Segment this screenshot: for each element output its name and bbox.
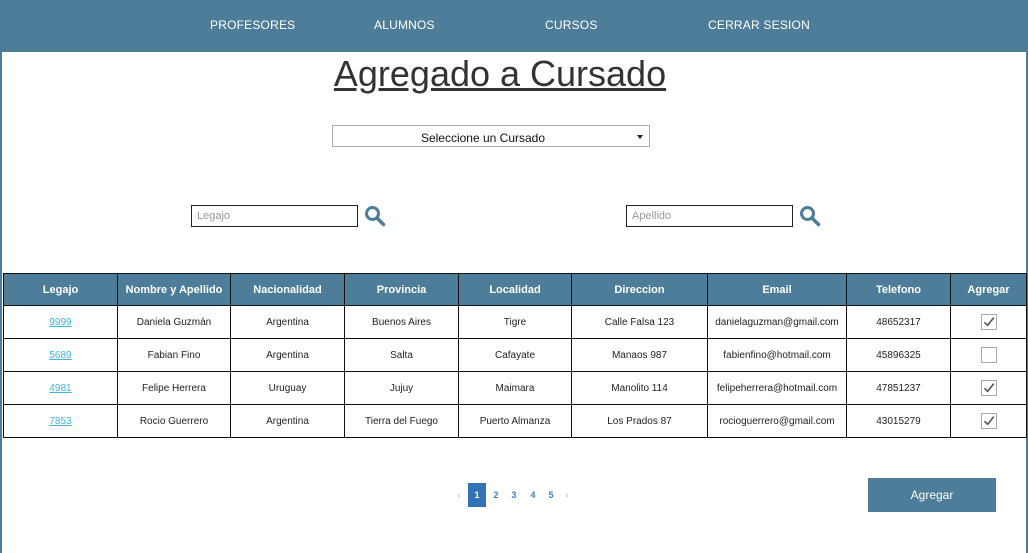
cell-email: danielaguzman@gmail.com [707,305,847,339]
cell-nacionalidad: Argentina [230,305,345,339]
cell-telefono: 47851237 [846,371,951,405]
header-legajo[interactable]: Legajo [3,273,118,306]
cell-localidad: Tigre [458,305,572,339]
legajo-search-button[interactable] [364,205,386,227]
cell-telefono: 43015279 [846,404,951,438]
table-row: 9999 Daniela Guzmán Argentina Buenos Air… [3,305,1027,339]
cell-direccion: Calle Falsa 123 [571,305,708,339]
pagination-page-2[interactable]: 2 [487,483,505,507]
header-nombre-apellido[interactable]: Nombre y Apellido [117,273,231,306]
header-email[interactable]: Email [707,273,847,306]
agregar-checkbox[interactable] [980,314,997,330]
cell-telefono: 48652317 [846,305,951,339]
cell-legajo: 5689 [3,338,118,372]
table-row: 4981 Felipe Herrera Uruguay Jujuy Maimar… [3,371,1027,405]
cell-telefono: 45896325 [846,338,951,372]
checkmark-icon [983,383,994,393]
legajo-link[interactable]: 7853 [49,416,71,427]
cell-provincia: Salta [344,338,459,372]
cell-legajo: 7853 [3,404,118,438]
cell-localidad: Cafayate [458,338,572,372]
pagination-page-4[interactable]: 4 [524,483,542,507]
cell-nombre: Daniela Guzmán [117,305,231,339]
cell-localidad: Puerto Almanza [458,404,572,438]
nav-item-alumnos[interactable]: ALUMNOS [374,18,435,32]
cell-legajo: 9999 [3,305,118,339]
cell-nombre: Rocio Guerrero [117,404,231,438]
checkmark-icon [983,317,994,327]
checkmark-icon [983,416,994,426]
cell-agregar [950,338,1027,372]
agregar-checkbox[interactable] [980,413,997,429]
header-agregar[interactable]: Agregar [950,273,1027,306]
pagination-page-3[interactable]: 3 [505,483,523,507]
cell-agregar [950,371,1027,405]
nav-item-cursos[interactable]: CURSOS [545,18,598,32]
cell-localidad: Maimara [458,371,572,405]
legajo-link[interactable]: 5689 [49,350,71,361]
header-localidad[interactable]: Localidad [458,273,572,306]
cell-provincia: Buenos Aires [344,305,459,339]
agregar-checkbox[interactable] [980,380,997,396]
header-provincia[interactable]: Provincia [344,273,459,306]
cell-email: rocioguerrero@gmail.com [707,404,847,438]
cell-provincia: Tierra del Fuego [344,404,459,438]
cell-nacionalidad: Argentina [230,338,345,372]
cell-email: felipeherrera@hotmail.com [707,371,847,405]
cursado-select-value: Seleccione un Cursado [420,131,546,145]
apellido-search-input[interactable] [626,205,793,227]
cell-nacionalidad: Argentina [230,404,345,438]
header-direccion[interactable]: Direccion [571,273,708,306]
apellido-search-button[interactable] [799,205,821,227]
nav-item-cerrar-sesion[interactable]: CERRAR SESION [708,18,810,32]
table-header-row: Legajo Nombre y Apellido Nacionalidad Pr… [3,273,1027,306]
nav-item-profesores[interactable]: PROFESORES [210,18,295,32]
alumnos-table: Legajo Nombre y Apellido Nacionalidad Pr… [3,273,1027,438]
pagination-page-1[interactable]: 1 [468,483,486,507]
agregar-button[interactable]: Agregar [868,478,996,512]
cell-agregar [950,305,1027,339]
cell-direccion: Manolito 114 [571,371,708,405]
cell-direccion: Los Prados 87 [571,404,708,438]
legajo-search-input[interactable] [191,205,358,227]
legajo-link[interactable]: 4981 [49,383,71,394]
cell-legajo: 4981 [3,371,118,405]
cell-nombre: Felipe Herrera [117,371,231,405]
cell-direccion: Manaos 987 [571,338,708,372]
table-row: 7853 Rocio Guerrero Argentina Tierra del… [3,404,1027,438]
cell-nombre: Fabian Fino [117,338,231,372]
cell-provincia: Jujuy [344,371,459,405]
cursado-select[interactable]: Seleccione un Cursado [332,125,650,147]
cell-email: fabienfino@hotmail.com [707,338,847,372]
search-icon [800,206,821,227]
table-row: 5689 Fabian Fino Argentina Salta Cafayat… [3,338,1027,372]
legajo-link[interactable]: 9999 [49,317,71,328]
pagination-prev[interactable]: ‹ [455,483,463,507]
cell-agregar [950,404,1027,438]
pagination-page-5[interactable]: 5 [542,483,560,507]
header-nacionalidad[interactable]: Nacionalidad [230,273,345,306]
agregar-checkbox[interactable] [980,347,997,363]
page-title: Agregado a Cursado [333,53,667,94]
header-telefono[interactable]: Telefono [846,273,951,306]
chevron-down-icon [637,135,643,139]
search-icon [365,206,386,227]
cell-nacionalidad: Uruguay [230,371,345,405]
top-navbar: PROFESORES ALUMNOS CURSOS CERRAR SESION [2,0,1026,52]
pagination-next[interactable]: › [563,483,571,507]
